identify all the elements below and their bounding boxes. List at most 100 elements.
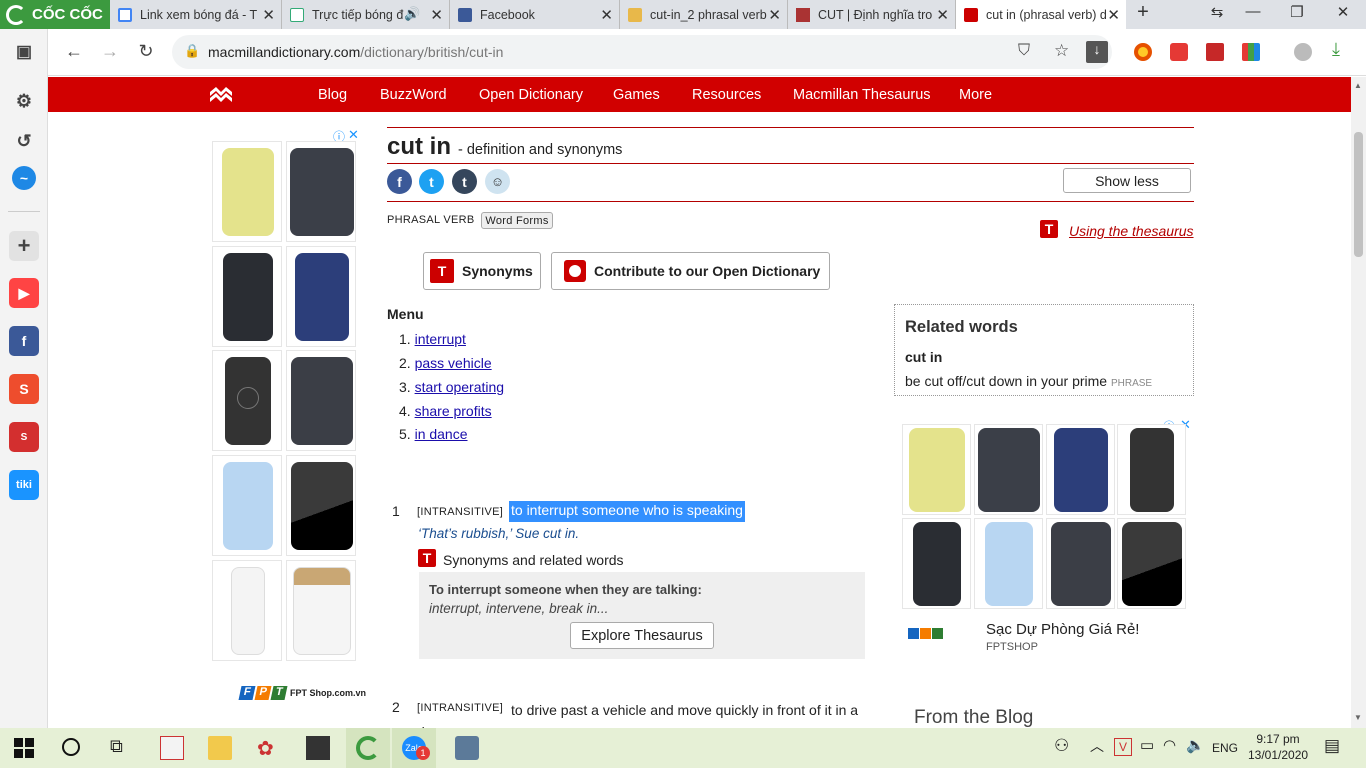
- url-domain: macmillandictionary.com: [208, 44, 361, 60]
- fpt-shop-icon: [908, 628, 943, 639]
- coccoc-ext-icon[interactable]: [1134, 43, 1152, 61]
- taskbar: ⧉ ✿ Zalo 1 ⚇ ︿ V ▭ ◠ 🔈 ENG ▤: [0, 728, 1366, 768]
- close-icon[interactable]: ✕: [768, 6, 781, 24]
- url-bar[interactable]: 🔒 macmillandictionary.com/dictionary/bri…: [172, 35, 1112, 69]
- facebook-icon: [458, 7, 472, 22]
- tab-facebook[interactable]: Facebook ✕: [450, 0, 620, 29]
- paint-icon[interactable]: ✿: [257, 736, 281, 760]
- app-dark-icon[interactable]: [306, 736, 330, 760]
- close-icon[interactable]: ✕: [1107, 6, 1120, 24]
- synonyms-heading: Synonyms and related words: [443, 552, 624, 568]
- thesaurus-icon: T: [430, 259, 454, 283]
- scroll-up-icon[interactable]: ▲: [1354, 81, 1362, 90]
- task-view-icon[interactable]: ⧉: [110, 736, 134, 760]
- windows-start-icon[interactable]: [14, 738, 38, 762]
- close-icon[interactable]: ✕: [936, 6, 949, 24]
- ad-source: FPTSHOP: [986, 641, 1038, 653]
- nav-blog[interactable]: Blog: [318, 87, 347, 103]
- chevron-up-icon[interactable]: ︿: [1090, 736, 1114, 760]
- nav-thesaurus[interactable]: Macmillan Thesaurus: [793, 87, 931, 103]
- ad-title[interactable]: Sạc Dự Phòng Giá Rẻ!: [986, 621, 1139, 638]
- menu-item: 4. share profits: [399, 403, 492, 419]
- tumblr-share-icon[interactable]: t: [452, 169, 477, 194]
- related-phrase[interactable]: be cut off/cut down in your prime PHRASE: [905, 373, 1152, 389]
- using-thesaurus-link[interactable]: Using the thesaurus: [1069, 223, 1194, 239]
- show-less-button[interactable]: Show less: [1063, 168, 1191, 193]
- new-tab-icon[interactable]: +: [1128, 1, 1158, 24]
- speaker-icon[interactable]: 🔊: [404, 6, 420, 22]
- wifi-icon[interactable]: ◠: [1163, 736, 1187, 760]
- people-icon[interactable]: ⚇: [1054, 736, 1078, 760]
- download-icon[interactable]: ⤓: [1332, 39, 1340, 60]
- tab-link-xem[interactable]: Link xem bóng đá - T ✕: [110, 0, 282, 29]
- search-icon[interactable]: [62, 738, 80, 756]
- forward-icon[interactable]: →: [98, 41, 122, 62]
- tab-list-icon[interactable]: ⇆: [1202, 3, 1232, 21]
- zalo-taskbar-item[interactable]: Zalo 1: [392, 728, 436, 768]
- download-page-icon[interactable]: ↓: [1086, 41, 1108, 63]
- thesaurus-t-icon: T: [1040, 220, 1058, 238]
- reload-icon[interactable]: ↻: [134, 41, 158, 62]
- close-icon[interactable]: ✕: [430, 6, 443, 24]
- notifications-icon[interactable]: ▤: [1324, 736, 1348, 760]
- apps-icon[interactable]: [1242, 43, 1260, 61]
- coccoc-taskbar-item[interactable]: [346, 728, 390, 768]
- unikey-icon[interactable]: V: [1114, 738, 1132, 756]
- maximize-icon[interactable]: ❐: [1282, 3, 1312, 21]
- sidebar-toggle-icon[interactable]: ▣: [9, 37, 39, 67]
- nav-resources[interactable]: Resources: [692, 87, 761, 103]
- contribute-button[interactable]: Contribute to our Open Dictionary: [551, 252, 830, 290]
- related-word[interactable]: cut in: [905, 349, 942, 365]
- coccoc-logo[interactable]: CỐC CỐC: [0, 0, 110, 29]
- tab-truc-tiep[interactable]: Trực tiếp bóng đ 🔊 ✕: [282, 0, 450, 29]
- messenger-icon[interactable]: ~: [12, 166, 36, 190]
- shield-icon[interactable]: ⛉: [1018, 42, 1030, 60]
- grammar-tag: [INTRANSITIVE]: [417, 506, 504, 518]
- save-ext-icon[interactable]: [1206, 43, 1224, 61]
- word-forms-button[interactable]: Word Forms: [481, 212, 553, 229]
- youtube-icon[interactable]: ▶: [9, 278, 39, 308]
- cambridge-icon: [796, 7, 810, 22]
- nav-open-dictionary[interactable]: Open Dictionary: [479, 87, 583, 103]
- nav-more[interactable]: More: [959, 87, 992, 103]
- file-explorer-icon[interactable]: [208, 736, 232, 760]
- app-icon[interactable]: [160, 736, 184, 760]
- history-icon[interactable]: ↺: [9, 126, 39, 156]
- nav-buzzword[interactable]: BuzzWord: [380, 87, 447, 103]
- close-icon[interactable]: ✕: [600, 6, 613, 24]
- back-icon[interactable]: ←: [62, 41, 86, 62]
- synonyms-button[interactable]: T Synonyms: [423, 252, 541, 290]
- star-icon[interactable]: ☆: [1054, 41, 1069, 61]
- reddit-share-icon[interactable]: ☺: [485, 169, 510, 194]
- facebook-sidebar-icon[interactable]: f: [9, 326, 39, 356]
- volume-icon[interactable]: 🔈: [1186, 736, 1210, 760]
- twitter-share-icon[interactable]: t: [419, 169, 444, 194]
- tiki-icon[interactable]: tiki: [9, 470, 39, 500]
- app-settings-icon[interactable]: [455, 736, 479, 760]
- facebook-share-icon[interactable]: f: [387, 169, 412, 194]
- fpt-shop-logo[interactable]: F P T FPT Shop.com.vn: [238, 686, 366, 700]
- tab-cut-in-2[interactable]: cut-in_2 phrasal verb ✕: [620, 0, 788, 29]
- language-indicator[interactable]: ENG: [1212, 741, 1238, 755]
- shopee-icon[interactable]: S: [9, 374, 39, 404]
- macmillan-logo[interactable]: [208, 84, 234, 106]
- window-close-icon[interactable]: ✕: [1328, 3, 1358, 21]
- minimize-icon[interactable]: —: [1238, 3, 1268, 20]
- taskbar-clock[interactable]: 9:17 pm 13/01/2020: [1248, 731, 1308, 763]
- tab-cut-in-macmillan[interactable]: cut in (phrasal verb) d ✕: [956, 0, 1126, 29]
- scroll-down-icon[interactable]: ▼: [1354, 713, 1362, 722]
- page-scrollbar[interactable]: ▲ ▼: [1351, 77, 1366, 728]
- profile-avatar[interactable]: [1294, 43, 1312, 61]
- address-toolbar: ← → ↻ 🔒 macmillandictionary.com/dictiona…: [48, 29, 1366, 76]
- battery-icon[interactable]: ▭: [1140, 736, 1164, 760]
- explore-thesaurus-button[interactable]: Explore Thesaurus: [570, 622, 714, 649]
- sendo-icon[interactable]: S: [9, 422, 39, 452]
- open-dictionary-icon: [564, 260, 586, 282]
- adblock-icon[interactable]: [1170, 43, 1188, 61]
- scroll-thumb[interactable]: [1354, 132, 1363, 257]
- tab-cambridge[interactable]: CUT | Định nghĩa tro ✕: [788, 0, 956, 29]
- nav-games[interactable]: Games: [613, 87, 660, 103]
- close-icon[interactable]: ✕: [262, 6, 275, 24]
- add-icon[interactable]: +: [9, 231, 39, 261]
- settings-icon[interactable]: ⚙: [9, 86, 39, 116]
